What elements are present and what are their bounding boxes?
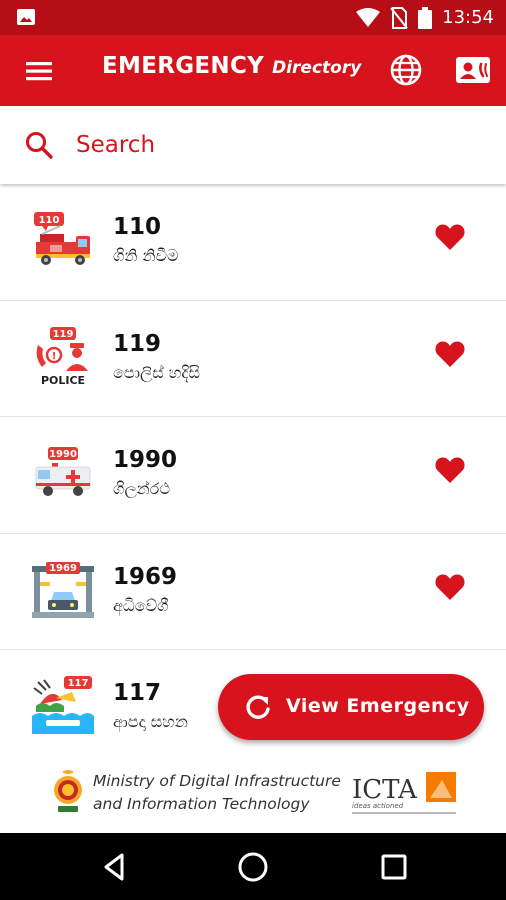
system-nav-bar [0,833,506,900]
app-title-main: EMERGENCY [102,53,265,79]
emergency-number: 1969 [113,563,178,590]
list-item[interactable]: 119 ! POLICE 119 පොලිස් හදිසි [0,300,506,417]
ambulance-icon: 1990 [35,447,91,496]
badge-caption: POLICE [41,374,85,387]
list-item[interactable]: 110 110 ගිනි නිවීම [0,184,506,301]
badge-text: 1969 [49,563,77,574]
app-bar: EMERGENCY Directory [0,35,506,106]
emergency-label: ගිලන්රථ [113,479,171,498]
badge-text: 117 [68,678,89,689]
wifi-icon [356,7,381,27]
image-icon [17,9,35,25]
disaster-relief-icon: 117 [32,676,94,734]
globe-icon[interactable] [388,52,424,88]
icta-logo-text: ICTA [352,775,418,805]
home-icon[interactable] [237,851,269,883]
emergency-label: පොලිස් හදිසි [113,362,200,382]
battery-icon [418,6,433,29]
contact-card-icon[interactable] [454,54,492,86]
app-title: EMERGENCY Directory [102,53,361,79]
recents-icon[interactable] [378,851,410,883]
list-item[interactable]: 1990 1990 ගිලන්රථ [0,417,506,534]
ministry-line-2: and Information Technology [93,795,310,813]
police-icon: 119 ! POLICE [36,326,88,387]
emergency-number: 119 [113,330,162,357]
heart-icon[interactable] [434,222,466,252]
heart-icon[interactable] [434,572,466,602]
list-item[interactable]: 1969 1969 අධිවේගී [0,533,506,650]
heart-icon[interactable] [434,455,466,485]
icta-tagline: ideas actioned [352,802,404,810]
search-bar [0,106,506,184]
emergency-number: 117 [113,680,162,706]
icta-logo: ICTA ideas actioned [352,772,456,814]
emergency-label: අධිවේගී [113,595,169,615]
ministry-line-1: Ministry of Digital Infrastructure [93,772,341,790]
view-emergency-label: View Emergency [286,695,470,717]
app-title-sub: Directory [272,58,362,78]
search-input[interactable] [76,126,476,164]
status-bar: 13:54 [0,0,506,35]
menu-icon[interactable] [22,57,58,85]
no-sim-icon [390,6,408,29]
view-emergency-button[interactable]: View Emergency [218,674,484,740]
emergency-label: ගිනි නිවීම [113,246,179,265]
emergency-number: 1990 [113,447,178,473]
badge-text: 119 [53,329,74,340]
fire-truck-icon: 110 [34,212,90,265]
refresh-icon [246,695,270,719]
emergency-label: ආපදා සහන [113,712,188,731]
emergency-number: 110 [113,214,162,240]
expressway-toll-icon: 1969 [32,561,94,618]
heart-icon[interactable] [434,339,466,369]
footer: Ministry of Digital Infrastructure and I… [0,758,506,833]
ministry-text: Ministry of Digital Infrastructure and I… [93,770,341,816]
svg-text:!: ! [52,351,57,362]
search-icon [26,132,53,159]
sri-lanka-emblem-icon [54,770,82,812]
status-time: 13:54 [442,7,494,28]
back-icon[interactable] [98,851,130,883]
badge-text: 1990 [49,449,77,460]
badge-text: 110 [39,215,60,226]
